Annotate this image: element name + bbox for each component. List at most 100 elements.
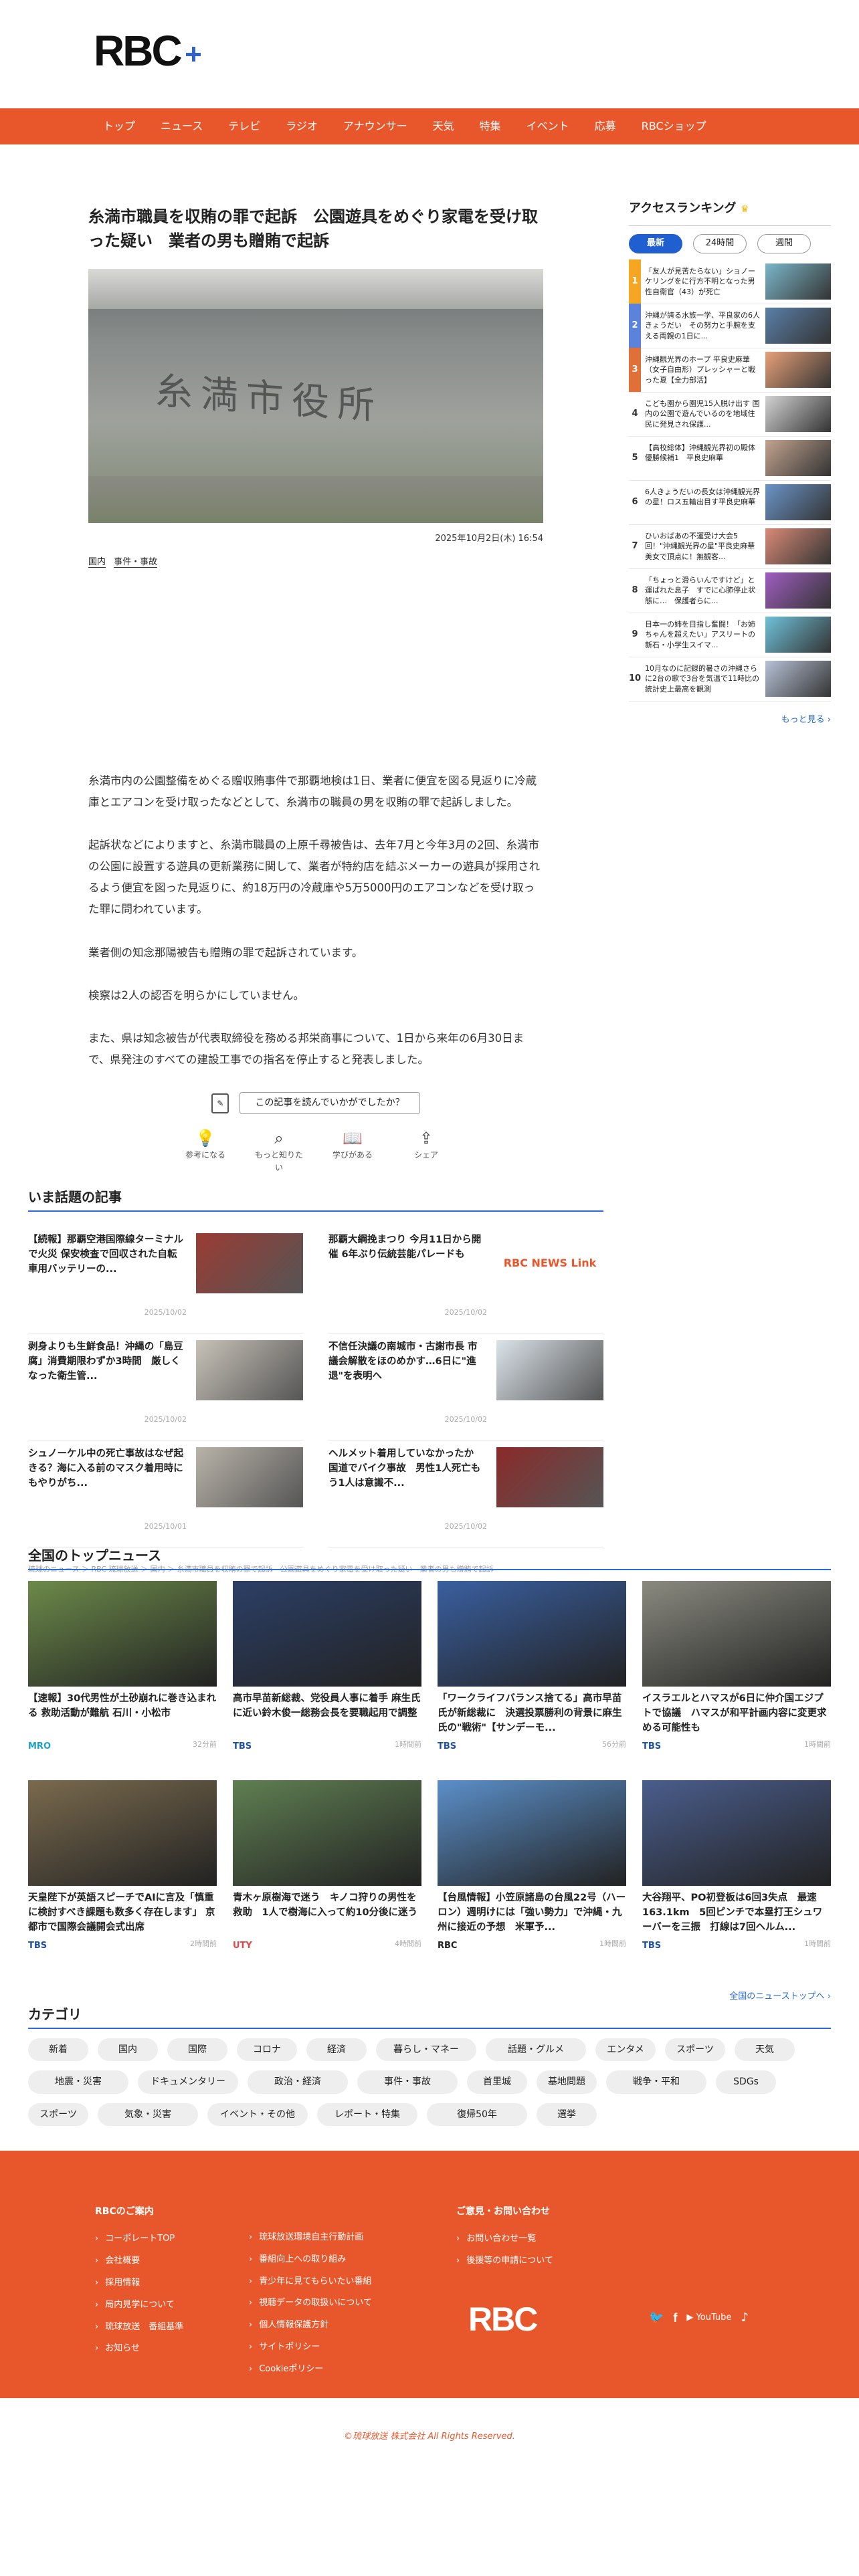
tag-domestic[interactable]: 国内 xyxy=(88,556,106,568)
nav-top[interactable]: トップ xyxy=(103,118,135,135)
topnews-item[interactable]: 青木ヶ原樹海で迷う キノコ狩りの男性を救助 1人で樹海に入って約10分後に迷う U… xyxy=(233,1780,421,1979)
ranking-item[interactable]: 2 沖縄が誇る水族一学、平良家の6人きょうだい その努力と手腕を支える両親の1日に… xyxy=(629,304,831,348)
footer-link[interactable]: お問い合わせ一覧 xyxy=(456,2232,553,2246)
footer-link[interactable]: 青少年に見てもらいたい番組 xyxy=(249,2275,372,2289)
footer-link[interactable]: 個人情報保護方針 xyxy=(249,2319,372,2333)
category-chip[interactable]: スポーツ xyxy=(28,2103,88,2127)
topnews-item[interactable]: 【速報】30代男性が土砂崩れに巻き込まれる 救助活動が難航 石川・小松市 MRO 3… xyxy=(28,1581,217,1780)
topnews-more-link[interactable]: 全国のニューストップへ › xyxy=(28,1990,831,2004)
ranking-item[interactable]: 3 沖縄観光界のホープ 平良史麻華（女子自由形）プレッシャーと戦った夏【全力部活】 xyxy=(629,348,831,393)
nav-announcer[interactable]: アナウンサー xyxy=(343,118,407,135)
ranking-item[interactable]: 1 「友人が見苦たらない」ショノーケリングをに行方不明となった男性自衛官（43）が… xyxy=(629,259,831,304)
ranking-item[interactable]: 4 こども園から園児15人脱け出す 国内の公園で遊んでいるのを地域住民に発見され保… xyxy=(629,393,831,437)
category-chip[interactable]: 政治・経済 xyxy=(248,2070,348,2094)
topnews-item[interactable]: イスラエルとハマスが6日に仲介国エジプトで協議 ハマスが和平計画内容に変更求める… xyxy=(642,1581,831,1780)
category-chip[interactable]: 国際 xyxy=(167,2038,227,2062)
category-chip[interactable]: ドキュメンタリー xyxy=(138,2070,238,2094)
nav-special[interactable]: 特集 xyxy=(480,118,501,135)
topnews-source: MRO xyxy=(28,1741,51,1751)
rbc-logo[interactable]: RBC xyxy=(94,29,201,72)
hot-article[interactable]: 【続報】那覇空港国際線ターミナルで火災 保安検査で回収された自転車用バッテリーの… xyxy=(28,1226,303,1333)
nav-radio[interactable]: ラジオ xyxy=(286,118,318,135)
footer-link[interactable]: 後援等の申請について xyxy=(456,2254,553,2268)
footer-about: RBCのご案内 コーポレートTOP 会社概要採用情報局内見学について琉球放送 番組… xyxy=(95,2204,183,2364)
topnews-item[interactable]: 天皇陛下が英語スピーチでAIに言及「慎重に検討すべき課題も数多く存在します」 京… xyxy=(28,1780,217,1979)
footer-link[interactable]: サイトポリシー xyxy=(249,2341,372,2355)
nav-news[interactable]: ニュース xyxy=(161,118,203,135)
hot-article[interactable]: 剥身よりも生鮮食品！沖縄の「島豆腐」消費期限わずか3時間 厳しくなった衛生管..… xyxy=(28,1333,303,1440)
topnews-date: 2時間前 xyxy=(190,1939,217,1948)
category-chip[interactable]: 経済 xyxy=(306,2038,367,2062)
footer-link[interactable]: 採用情報 xyxy=(95,2276,183,2290)
footer-link[interactable]: Cookieポリシー xyxy=(249,2363,372,2377)
hot-article[interactable]: ヘルメット着用していなかったか 国道でバイク事故 男性1人死亡もう1人は意識不.… xyxy=(328,1440,603,1547)
category-chip[interactable]: 首里城 xyxy=(467,2070,527,2094)
ranking-item[interactable]: 9 日本一の姉を目指し奮闘！「お姉ちゃんを超えたい」アスリートの新石・小学生スイマ… xyxy=(629,613,831,657)
nav-tv[interactable]: テレビ xyxy=(228,118,260,135)
category-chip[interactable]: エンタメ xyxy=(595,2038,656,2062)
helpful-button[interactable]: 💡 参考になる xyxy=(179,1128,232,1174)
category-chip[interactable]: コロナ xyxy=(237,2038,297,2062)
learn-more-button[interactable]: ⌕ もっと知りたい xyxy=(252,1128,306,1174)
ranking-item[interactable]: 7 ひいおばあの不運受け大会5回！"沖縄観光界の星"平良史麻華 美女で頂点に！無観… xyxy=(629,525,831,569)
category-chip[interactable]: 基地問題 xyxy=(537,2070,597,2094)
facebook-icon[interactable]: f xyxy=(673,2309,677,2328)
ranking-item[interactable]: 6 6人きょうだいの長女は沖縄観光界の星！ロス五輪出目す平良史麻華 xyxy=(629,481,831,525)
footer-link[interactable]: 番組向上への取り組み xyxy=(249,2253,372,2267)
category-chip[interactable]: イベント・その他 xyxy=(207,2103,308,2127)
twitter-icon[interactable]: 🐦 xyxy=(649,2309,664,2328)
ranking-item[interactable]: 5 【高校総体】沖縄観光界初の殿体優勝候補1 平良史麻華 xyxy=(629,437,831,481)
category-chip[interactable]: 国内 xyxy=(98,2038,158,2062)
topnews-item[interactable]: 大谷翔平、PO初登板は6回3失点 最速163.1km 5回ピンチで本塁打王シュワ… xyxy=(642,1780,831,1979)
tab-latest[interactable]: 最新 xyxy=(629,233,682,253)
category-chip[interactable]: 復帰50年 xyxy=(427,2103,527,2127)
footer-link[interactable]: 会社概要 xyxy=(95,2254,183,2268)
nav-weather[interactable]: 天気 xyxy=(433,118,454,135)
tab-weekly[interactable]: 週間 xyxy=(757,233,811,253)
category-chip[interactable]: 選挙 xyxy=(537,2103,597,2127)
category-chip[interactable]: 新着 xyxy=(28,2038,88,2062)
hot-article[interactable]: 那覇大綱挽まつり 今月11日から開催 6年ぶり伝統芸能パレードも 2025/10/… xyxy=(328,1226,603,1333)
tab-24h[interactable]: 24時間 xyxy=(693,233,747,253)
hot-article[interactable]: シュノーケル中の死亡事故はなぜ起きる？海に入る前のマスク着用時にもやりがち...… xyxy=(28,1440,303,1547)
ranking-number: 8 xyxy=(632,584,638,595)
category-chip[interactable]: 天気 xyxy=(735,2038,795,2062)
youtube-icon[interactable]: ▶ YouTube xyxy=(686,2311,731,2325)
category-chip[interactable]: 事件・事故 xyxy=(357,2070,458,2094)
category-chip[interactable]: スポーツ xyxy=(665,2038,725,2062)
social-links: 🐦 f ▶ YouTube ♪ xyxy=(649,2309,749,2328)
category-chip[interactable]: 気象・災害 xyxy=(98,2103,198,2127)
footer-link[interactable]: お知らせ xyxy=(95,2342,183,2356)
footer-logo[interactable]: RBC xyxy=(468,2292,538,2346)
nav-event[interactable]: イベント xyxy=(527,118,569,135)
topnews-item[interactable]: 「ワークライフバランス捨てる」高市早苗氏が新総裁に 決選投票勝利の背景に麻生氏の… xyxy=(438,1581,626,1780)
topnews-item[interactable]: 【台風情報】小笠原諸島の台風22号（ハーロン）週明けには「強い勢力」で沖縄・九州… xyxy=(438,1780,626,1979)
category-chip[interactable]: レポート・特集 xyxy=(317,2103,417,2127)
learning-button[interactable]: 📖 学びがある xyxy=(326,1128,379,1174)
category-chip[interactable]: SDGs xyxy=(716,2070,776,2094)
footer-link[interactable]: 視聴データの取扱いについて xyxy=(249,2296,372,2311)
topnews-item[interactable]: 高市早苗新総裁、党役員人事に着手 麻生氏に近い鈴木俊一総務会長を要職起用で調整 T… xyxy=(233,1581,421,1780)
footer-link[interactable]: コーポレートTOP xyxy=(95,2232,183,2246)
ranking-more-link[interactable]: もっと見る › xyxy=(629,714,831,728)
tiktok-icon[interactable]: ♪ xyxy=(741,2309,749,2328)
category-chip[interactable]: 暮らし・マネー xyxy=(376,2038,476,2062)
hot-article-date: 2025/10/02 xyxy=(444,1414,487,1424)
tag-incident[interactable]: 事件・事故 xyxy=(114,556,158,568)
share-button[interactable]: ⇪ シェア xyxy=(399,1128,453,1174)
category-chip[interactable]: 地震・災害 xyxy=(28,2070,128,2094)
nav-shop[interactable]: RBCショップ xyxy=(642,118,706,135)
topnews-source: TBS xyxy=(642,1741,662,1751)
hot-article[interactable]: 不信任決議の南城市・古謝市長 市議会解散をほのめかす…6日に"進退"を表明へ 20… xyxy=(328,1333,603,1440)
nav-apply[interactable]: 応募 xyxy=(595,118,616,135)
footer-link[interactable]: 局内見学について xyxy=(95,2298,183,2313)
category-chip[interactable]: 戦争・平和 xyxy=(606,2070,706,2094)
categories-title: カテゴリ xyxy=(28,2004,831,2029)
ranking-item[interactable]: 10 10月なのに記録的暑さの沖縄さらに2台の歌で3台を気温で11時比の統計史上最… xyxy=(629,657,831,702)
footer-link[interactable]: 琉球放送環境自主行動計画 xyxy=(249,2231,372,2245)
feedback-question[interactable]: この記事を読んでいかがでしたか？ xyxy=(240,1092,420,1114)
footer-link[interactable]: 琉球放送 番組基準 xyxy=(95,2321,183,2335)
category-chip[interactable]: 話題・グルメ xyxy=(486,2038,586,2062)
ranking-item[interactable]: 8 「ちょっと滑らいんですけど」と運ばれた息子 すでに心肺停止状態に… 保護者らに… xyxy=(629,569,831,613)
footer-about-title: RBCのご案内 xyxy=(95,2206,154,2217)
